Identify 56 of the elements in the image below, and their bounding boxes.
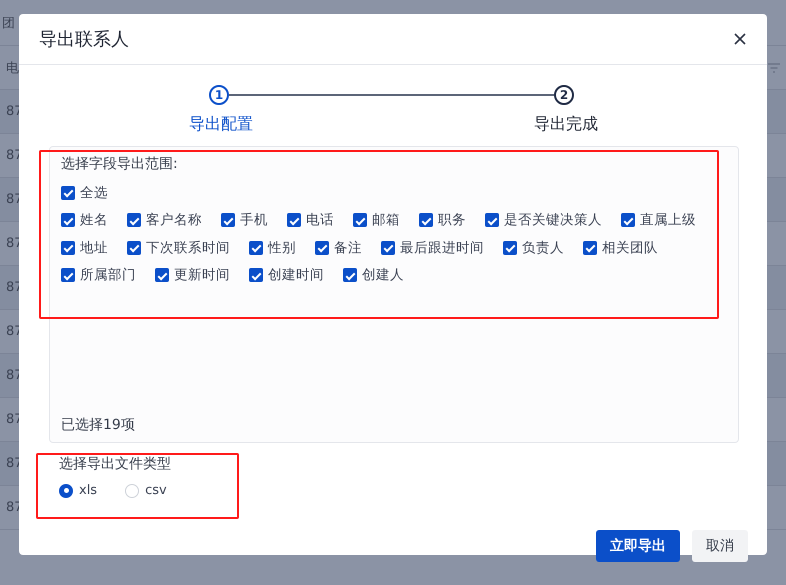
checkbox-label: 职务	[438, 211, 466, 230]
step-label: 导出完成	[533, 114, 599, 135]
checkbox[interactable]	[61, 268, 75, 282]
checkbox[interactable]	[61, 213, 75, 228]
radio-label: xls	[79, 483, 98, 498]
selected-count: 已选择19项	[61, 416, 136, 434]
checkbox[interactable]	[155, 268, 169, 282]
checkbox[interactable]	[381, 240, 395, 255]
section-title: 选择字段导出范围:	[61, 155, 179, 173]
checkbox-label: 性别	[268, 238, 296, 257]
checkbox[interactable]	[127, 240, 141, 255]
checkbox-label: 电话	[306, 211, 334, 230]
step-number: 2	[554, 85, 574, 105]
checkbox-label: 备注	[334, 238, 362, 257]
checkbox[interactable]	[503, 240, 517, 255]
checkbox-label: 更新时间	[174, 266, 230, 284]
checkbox-label: 所属部门	[80, 266, 136, 284]
checkbox[interactable]	[621, 213, 635, 228]
checkbox-label: 地址	[80, 238, 108, 257]
checkbox-label: 邮箱	[372, 211, 400, 230]
checkbox[interactable]	[221, 213, 235, 228]
checkbox-label: 直属上级	[640, 211, 696, 230]
checkbox[interactable]	[249, 240, 263, 255]
checkbox[interactable]	[287, 213, 301, 228]
checkbox[interactable]	[61, 240, 75, 255]
close-icon[interactable]	[733, 32, 747, 46]
step-label: 导出配置	[188, 114, 254, 135]
step-number: 1	[209, 85, 229, 105]
checkbox-label: 创建人	[362, 266, 404, 284]
checkbox[interactable]	[419, 213, 433, 228]
dialog-title: 导出联系人	[39, 28, 129, 51]
section-title: 选择导出文件类型	[59, 456, 171, 472]
checkbox-label: 姓名	[80, 211, 108, 230]
export-button[interactable]: 立即导出	[596, 530, 680, 562]
radio-button[interactable]	[59, 484, 73, 498]
checkbox-label: 是否关键决策人	[504, 211, 602, 230]
checkbox[interactable]	[485, 213, 499, 228]
checkbox-label: 下次联系时间	[146, 238, 230, 257]
checkbox[interactable]	[127, 213, 141, 228]
cancel-button[interactable]: 取消	[692, 530, 748, 562]
checkbox[interactable]	[343, 268, 357, 282]
column-header: 电	[5, 60, 19, 76]
checkbox[interactable]	[353, 213, 367, 228]
checkbox[interactable]	[583, 240, 597, 255]
checkbox-label: 创建时间	[268, 266, 324, 284]
checkbox-label: 手机	[240, 211, 268, 230]
checkbox[interactable]	[315, 240, 329, 255]
checkbox-label: 全选	[80, 184, 108, 202]
checkbox-label: 客户名称	[146, 211, 202, 230]
checkbox-label: 相关团队	[602, 238, 658, 257]
radio-label: csv	[145, 483, 167, 498]
checkbox[interactable]	[61, 186, 75, 200]
toolbar-text: 团	[1, 14, 15, 32]
checkbox[interactable]	[249, 268, 263, 282]
checkbox-label: 负责人	[522, 238, 564, 257]
checkbox-label: 最后跟进时间	[400, 238, 484, 257]
